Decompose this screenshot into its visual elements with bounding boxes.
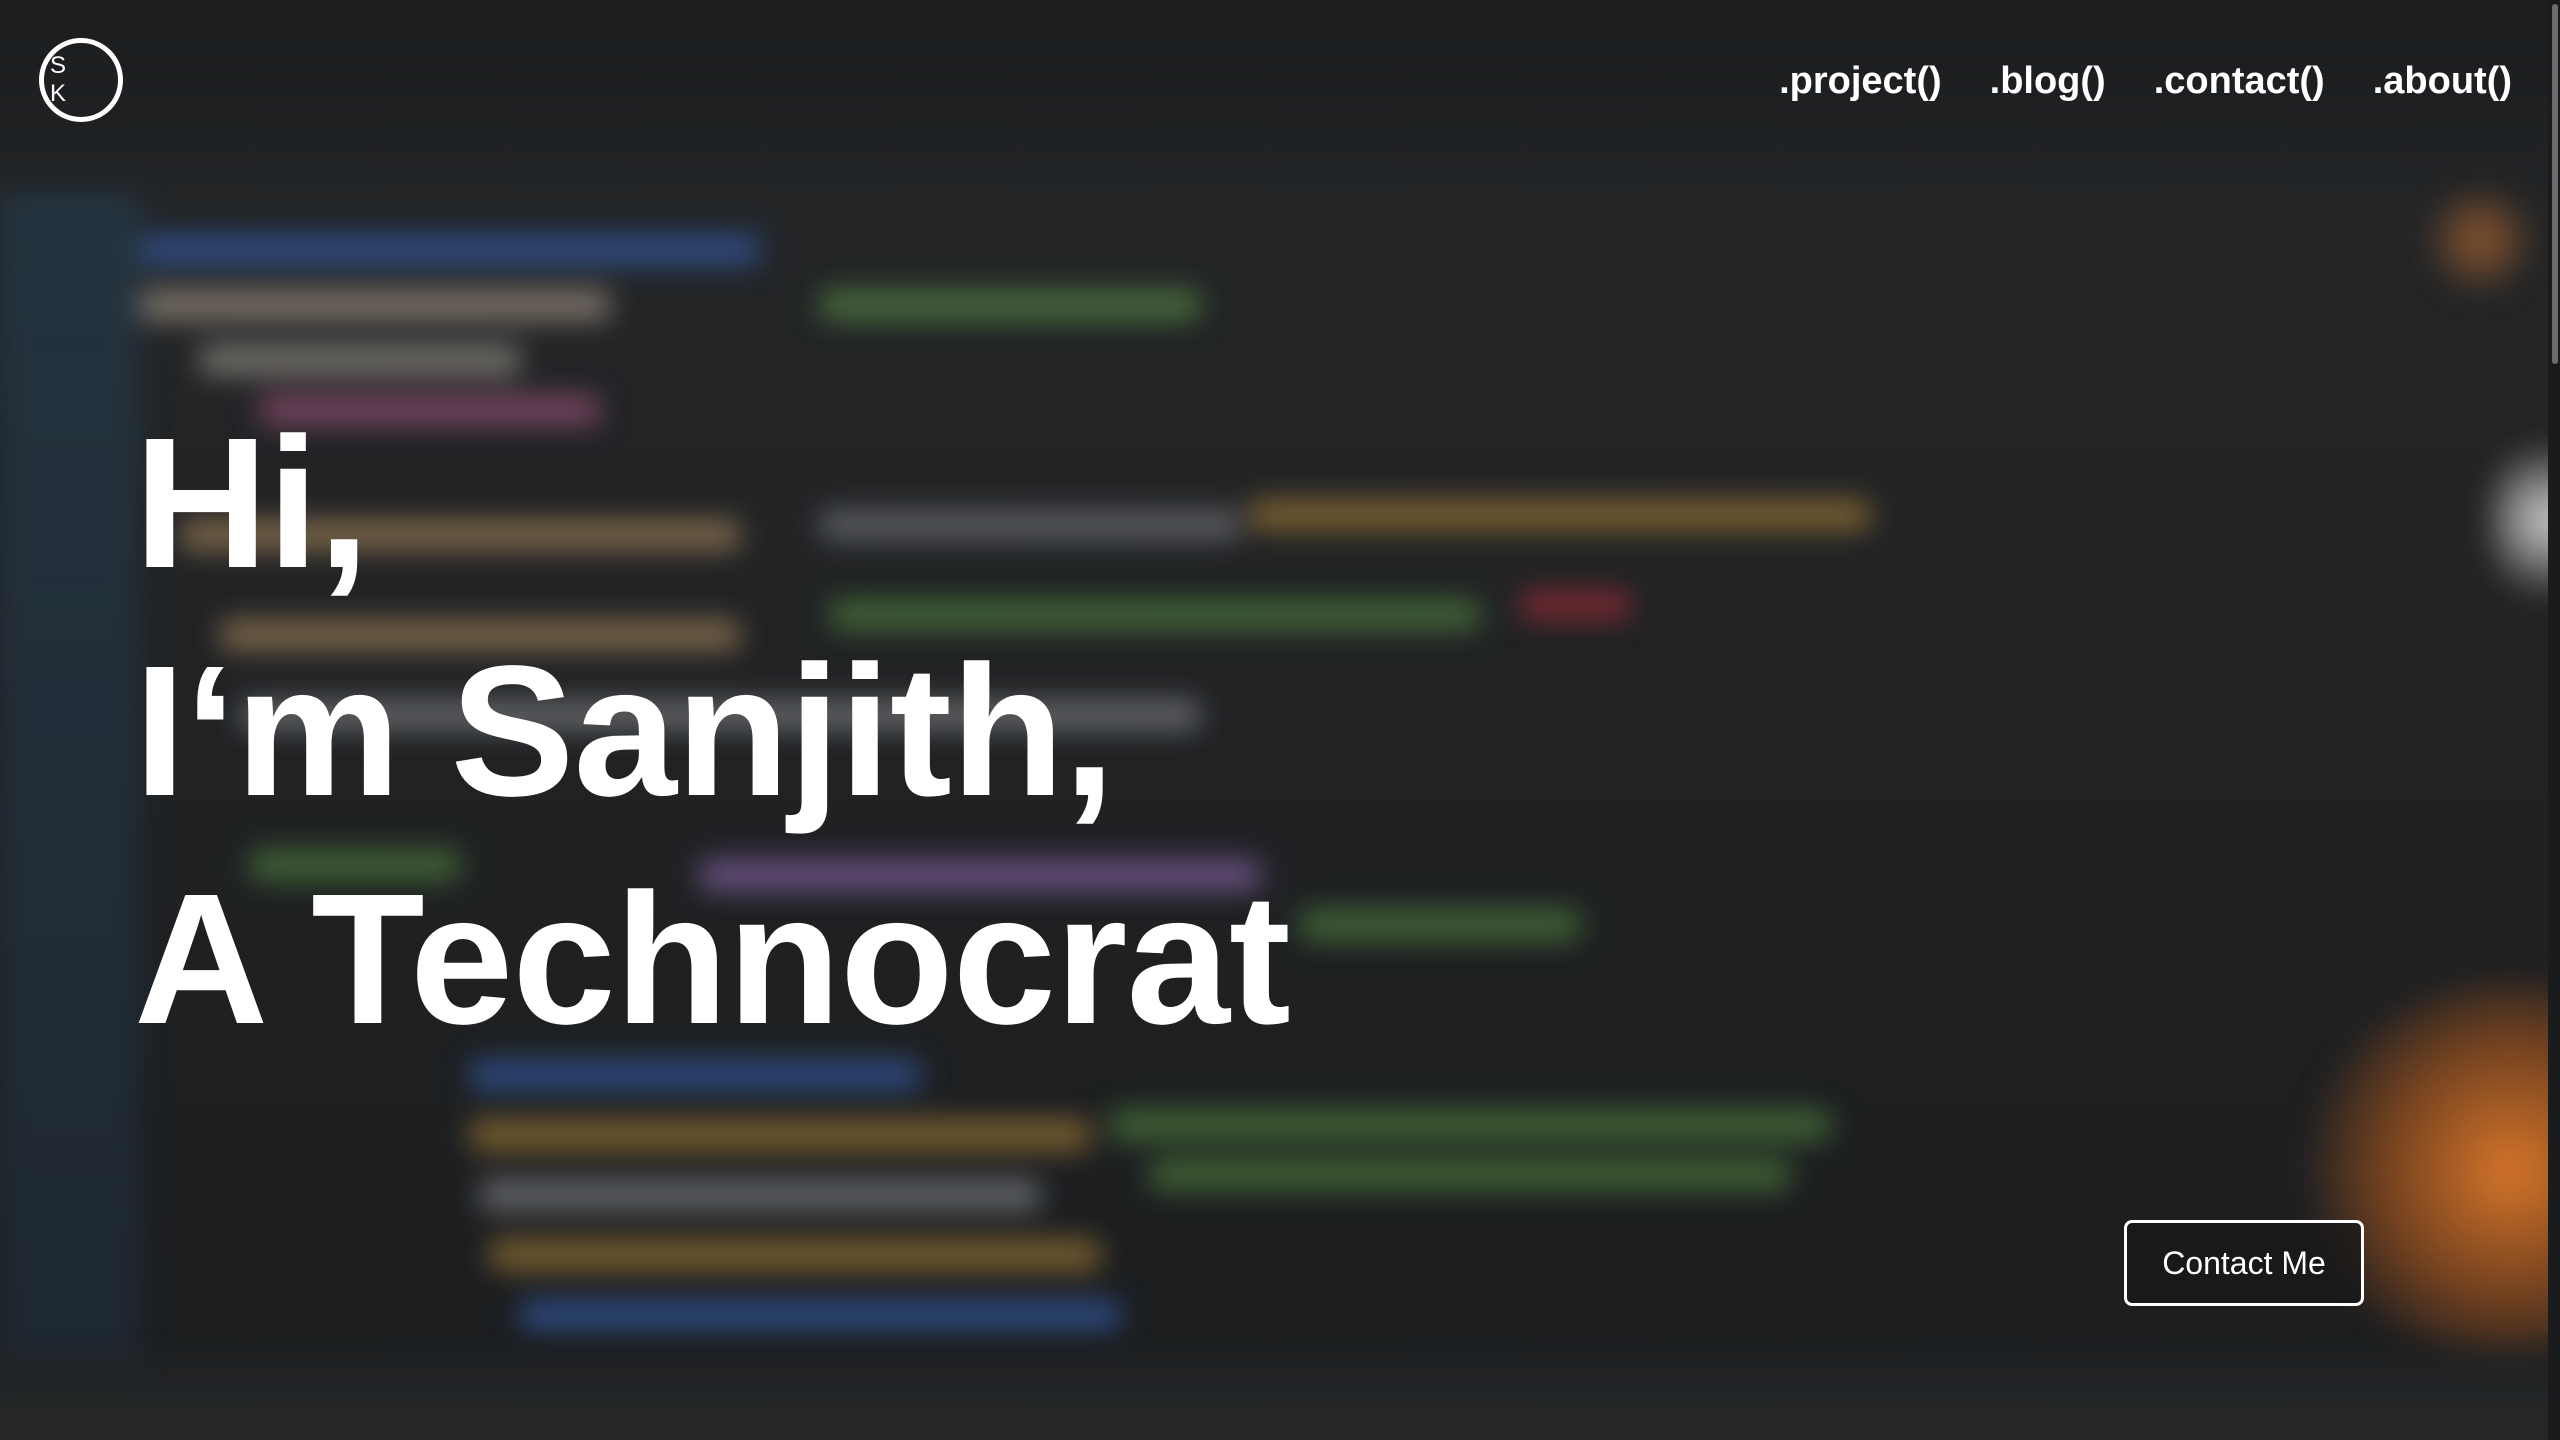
contact-me-button[interactable]: Contact Me: [2124, 1220, 2364, 1306]
scrollbar[interactable]: [2548, 0, 2560, 1440]
hero-headline: Hi, I‘m Sanjith, A Technocrat: [134, 390, 1291, 1074]
top-navigation: S K .project() .blog() .contact() .about…: [0, 0, 2548, 170]
headline-line-greeting: Hi,: [134, 400, 370, 607]
code-line: [140, 235, 760, 265]
scrollbar-thumb[interactable]: [2552, 4, 2558, 364]
code-line: [140, 290, 610, 320]
code-line: [1520, 590, 1630, 620]
code-line: [200, 345, 520, 375]
code-line: [490, 1240, 1100, 1270]
nav-link-about[interactable]: .about(): [2373, 60, 2512, 103]
code-line: [1150, 1160, 1790, 1190]
logo[interactable]: S K: [39, 38, 123, 122]
nav-link-project[interactable]: .project(): [1779, 60, 1942, 103]
code-line: [480, 1180, 1040, 1210]
code-line: [1300, 910, 1580, 940]
nav-menu: .project() .blog() .contact() .about(): [1779, 60, 2512, 103]
nav-link-blog[interactable]: .blog(): [1990, 60, 2106, 103]
nav-link-contact[interactable]: .contact(): [2154, 60, 2325, 103]
code-line: [1110, 1110, 1830, 1140]
editor-gutter: [0, 190, 140, 1370]
code-line: [820, 290, 1200, 320]
code-line: [520, 1300, 1120, 1330]
logo-initials: S K: [50, 52, 77, 107]
code-line: [470, 1120, 1090, 1150]
headline-line-name: I‘m Sanjith,: [134, 628, 1115, 835]
code-line: [1250, 500, 1870, 530]
bottom-shade: [0, 1330, 2560, 1440]
headline-line-title: A Technocrat: [134, 856, 1291, 1063]
